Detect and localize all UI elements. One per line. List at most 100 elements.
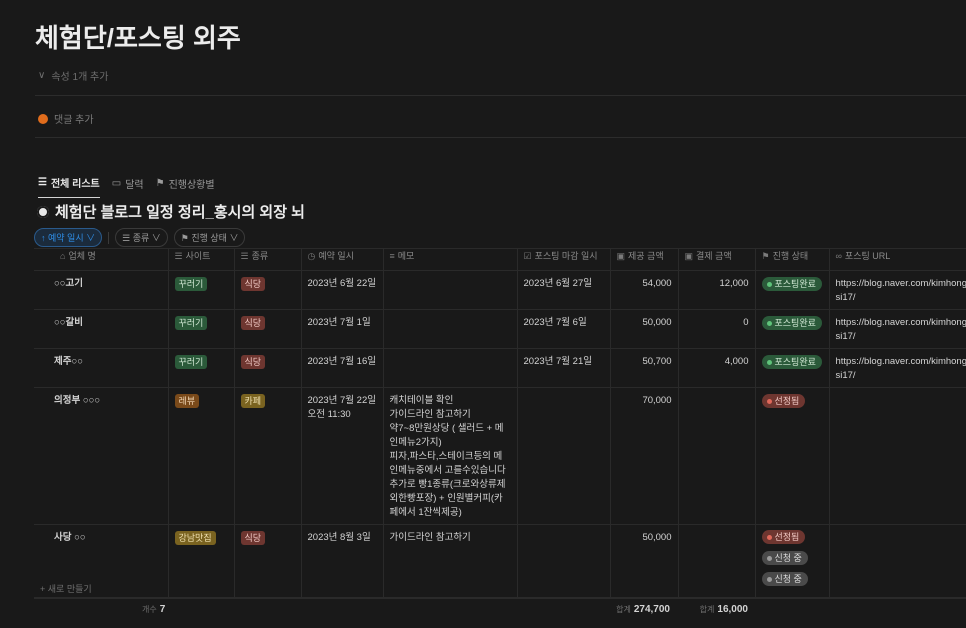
cell-type[interactable]: 카페 bbox=[234, 387, 302, 525]
cell-url[interactable]: https://blog.naver.com/kimhongsi17/ bbox=[829, 348, 966, 388]
column-header-paid[interactable]: ▣ 결제 금액 bbox=[678, 248, 756, 271]
cell-paid[interactable] bbox=[678, 387, 756, 525]
sort-chip[interactable]: ↑ 예약 일시 ∨ bbox=[34, 228, 103, 247]
table-row[interactable]: 제주○○ 꾸러기 식당 2023년 7월 16일 2023년 7월 21일 50… bbox=[34, 348, 966, 388]
cell-provided[interactable]: 50,700 bbox=[610, 348, 679, 388]
calc-label: 합계 bbox=[616, 605, 631, 614]
tab-calendar[interactable]: ▭ 달력 bbox=[112, 175, 144, 198]
cell-name[interactable]: ○○고기 bbox=[34, 270, 169, 310]
tab-label: 진행상황별 bbox=[168, 179, 215, 191]
type-tag: 카페 bbox=[240, 394, 266, 408]
count-calc[interactable]: 개수 7 bbox=[142, 604, 165, 615]
cell-status[interactable]: 선정됨 bbox=[755, 387, 830, 525]
list-icon: ☰ bbox=[174, 251, 183, 261]
column-header-site[interactable]: ☰ 사이트 bbox=[168, 248, 235, 271]
checkbox-icon: ☑ bbox=[523, 251, 532, 261]
status-badge: 포스팅완료 bbox=[761, 355, 822, 369]
column-label: 예약 일시 bbox=[318, 251, 354, 261]
filter-chip-status[interactable]: ⚑ 진행 상태 ∨ bbox=[173, 228, 246, 247]
column-label: 결제 금액 bbox=[696, 251, 732, 261]
calendar-icon: ▭ bbox=[111, 177, 122, 189]
cell-memo[interactable]: 캐치테이블 확인 가이드라인 참고하기 약7~8만원상당 ( 샐러드 + 메인메… bbox=[383, 387, 518, 525]
cell-site[interactable]: 레뷰 bbox=[168, 387, 235, 525]
cell-name[interactable]: 제주○○ bbox=[34, 348, 169, 388]
status-dot bbox=[766, 555, 772, 561]
flag-icon: ⚑ bbox=[180, 233, 192, 243]
status-dot bbox=[766, 398, 772, 404]
chevron-down-icon: ∨ bbox=[38, 70, 46, 81]
provided-sum-calc[interactable]: 합계 274,700 bbox=[616, 604, 670, 615]
add-property-label: 속성 1개 추가 bbox=[51, 72, 109, 83]
database-title[interactable]: 체험단 블로그 일정 정리_홍시의 외장 뇌 bbox=[37, 201, 305, 222]
cell-status[interactable]: 포스팅완료 bbox=[755, 270, 830, 310]
cell-memo[interactable] bbox=[383, 348, 518, 388]
cell-paid[interactable]: 12,000 bbox=[678, 270, 756, 310]
cell-type[interactable]: 식당 bbox=[234, 309, 302, 349]
cell-memo[interactable] bbox=[383, 270, 518, 310]
database-title-text: 체험단 블로그 일정 정리_홍시의 외장 뇌 bbox=[55, 204, 305, 221]
cell-provided[interactable]: 70,000 bbox=[610, 387, 679, 525]
filter-chip-type[interactable]: ☰ 종류 ∨ bbox=[115, 228, 168, 247]
cell-site[interactable]: 꾸러기 bbox=[168, 270, 235, 310]
cell-url[interactable] bbox=[829, 387, 966, 525]
table-row[interactable]: ○○고기 꾸러기 식당 2023년 6월 22일 2023년 6월 27일 54… bbox=[34, 270, 966, 310]
cell-reservation[interactable]: 2023년 6월 22일 bbox=[301, 270, 384, 310]
cell-memo[interactable] bbox=[383, 309, 518, 349]
site-tag: 레뷰 bbox=[174, 394, 200, 408]
cell-name[interactable]: 의정부 ○○○ bbox=[34, 387, 169, 525]
cell-type[interactable]: 식당 bbox=[234, 270, 302, 310]
column-header-memo[interactable]: ≡ 메모 bbox=[383, 248, 518, 271]
cell-reservation[interactable]: 2023년 7월 1일 bbox=[301, 309, 384, 349]
status-label: 선정됨 bbox=[774, 396, 800, 406]
cell-deadline[interactable]: 2023년 7월 6일 bbox=[517, 309, 611, 349]
cell-url[interactable]: https://blog.naver.com/kimhongsi17/ bbox=[829, 270, 966, 310]
cell-paid[interactable]: 0 bbox=[678, 309, 756, 349]
filter-bar: ↑ 예약 일시 ∨ ☰ 종류 ∨ ⚑ 진행 상태 ∨ bbox=[34, 228, 246, 247]
cell-reservation[interactable]: 2023년 7월 16일 bbox=[301, 348, 384, 388]
cell-status[interactable]: 포스팅완료 bbox=[755, 309, 830, 349]
cell-reservation[interactable]: 2023년 7월 22일 오전 11:30 bbox=[301, 387, 384, 525]
cell-deadline[interactable] bbox=[517, 387, 611, 525]
status-label: 포스팅완료 bbox=[774, 318, 816, 328]
cell-deadline[interactable]: 2023년 6월 27일 bbox=[517, 270, 611, 310]
cell-site[interactable]: 꾸러기 bbox=[168, 309, 235, 349]
calc-value: 7 bbox=[159, 604, 166, 615]
home-icon: ⌂ bbox=[60, 251, 66, 261]
status-dot bbox=[766, 359, 772, 365]
add-property-toggle[interactable]: ∨ 속성 1개 추가 bbox=[38, 68, 108, 83]
cell-name[interactable]: ○○갈비 bbox=[34, 309, 169, 349]
new-row-button[interactable]: + 새로 만들기 bbox=[34, 580, 966, 599]
table-row[interactable]: 의정부 ○○○ 레뷰 카페 2023년 7월 22일 오전 11:30 캐치테이… bbox=[34, 387, 966, 525]
tab-all-list[interactable]: ☰ 전체 리스트 bbox=[38, 175, 100, 198]
status-badge: 신청 중 bbox=[761, 551, 808, 565]
board-icon: ⚑ bbox=[155, 177, 165, 189]
column-header-name[interactable]: ⌂ 업체 명 bbox=[34, 248, 169, 271]
column-header-url[interactable]: ∞ 포스팅 URL bbox=[829, 248, 966, 271]
tab-label: 달력 bbox=[125, 179, 144, 191]
column-header-reservation[interactable]: ◷ 예약 일시 bbox=[301, 248, 384, 271]
paid-sum-calc[interactable]: 합계 16,000 bbox=[700, 604, 748, 615]
cell-provided[interactable]: 54,000 bbox=[610, 270, 679, 310]
cell-site[interactable]: 꾸러기 bbox=[168, 348, 235, 388]
column-header-status[interactable]: ⚑ 진행 상태 bbox=[755, 248, 830, 271]
column-label: 사이트 bbox=[185, 251, 211, 261]
column-header-provided[interactable]: ▣ 제공 금액 bbox=[610, 248, 679, 271]
column-header-deadline[interactable]: ☑ 포스팅 마감 일시 bbox=[517, 248, 611, 271]
page-title[interactable]: 체험단/포스팅 외주 bbox=[35, 18, 241, 55]
cell-type[interactable]: 식당 bbox=[234, 348, 302, 388]
status-badge: 포스팅완료 bbox=[761, 316, 822, 330]
add-comment-button[interactable]: 댓글 추가 bbox=[38, 111, 94, 126]
tab-progress[interactable]: ⚑ 진행상황별 bbox=[156, 175, 215, 198]
cell-deadline[interactable]: 2023년 7월 21일 bbox=[517, 348, 611, 388]
column-header-type[interactable]: ☰ 종류 bbox=[234, 248, 302, 271]
divider bbox=[35, 95, 966, 96]
filter-label: 진행 상태 ∨ bbox=[191, 233, 239, 243]
divider bbox=[35, 137, 966, 138]
status-label: 선정됨 bbox=[774, 532, 800, 542]
table-row[interactable]: ○○갈비 꾸러기 식당 2023년 7월 1일 2023년 7월 6일 50,0… bbox=[34, 309, 966, 349]
cell-url[interactable]: https://blog.naver.com/kimhongsi17/ bbox=[829, 309, 966, 349]
cell-provided[interactable]: 50,000 bbox=[610, 309, 679, 349]
cell-paid[interactable]: 4,000 bbox=[678, 348, 756, 388]
list-icon: ☰ bbox=[122, 233, 133, 243]
cell-status[interactable]: 포스팅완료 bbox=[755, 348, 830, 388]
